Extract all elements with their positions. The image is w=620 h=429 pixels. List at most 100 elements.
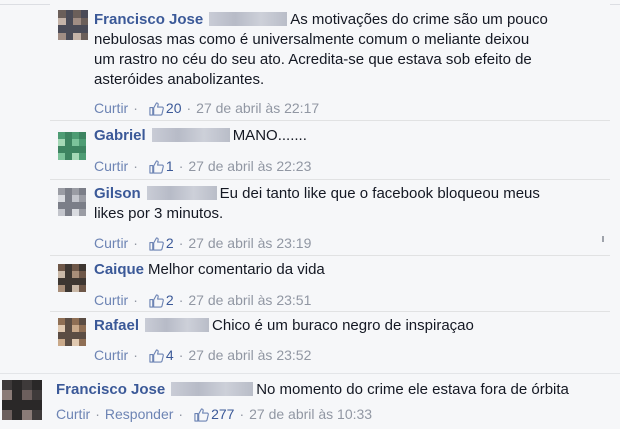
- timestamp[interactable]: 27 de abril às 10:33: [249, 406, 372, 422]
- comment-first-line: Francisco Jose No momento do crime ele es…: [56, 380, 600, 400]
- reply-4-avatar[interactable]: [58, 264, 86, 292]
- avatar-pixel: [65, 325, 72, 332]
- main-comment-meta: Curtir · Responder · 277 · 27 de abril às 10:3…: [56, 404, 372, 427]
- author-link[interactable]: Caique: [94, 261, 144, 278]
- comment-text: MANO.......: [232, 127, 307, 144]
- separator-dot: ·: [133, 235, 138, 251]
- avatar-pixel: [79, 285, 86, 292]
- like-action[interactable]: Curtir: [94, 235, 128, 251]
- avatar-pixel: [79, 132, 86, 139]
- avatar-pixel: [32, 380, 42, 390]
- reply-3-avatar[interactable]: [58, 188, 86, 216]
- avatar-pixel: [72, 325, 79, 332]
- reply-2-avatar[interactable]: [58, 132, 86, 160]
- avatar-pixel: [58, 153, 65, 160]
- reply-1-meta: Curtir · 20 · 27 de abril às 22:17: [94, 98, 319, 121]
- avatar-pixel: [79, 188, 86, 195]
- separator-dot: ·: [133, 100, 138, 116]
- like-action[interactable]: Curtir: [94, 158, 128, 174]
- separator-dot: ·: [178, 235, 184, 251]
- redacted-surname: [209, 12, 288, 26]
- reply-action[interactable]: Responder: [105, 406, 174, 422]
- like-count[interactable]: 1: [166, 158, 174, 174]
- separator-dot: ·: [178, 406, 184, 422]
- avatar-pixel: [80, 32, 88, 40]
- thumbs-up-icon: [149, 293, 164, 313]
- avatar-pixel: [32, 390, 42, 400]
- reply-5-body: Rafael Chico é um buraco negro de inspira…: [94, 316, 600, 336]
- comment-first-line: Gilson Eu dei tanto like que o facebook b…: [94, 184, 600, 204]
- like-action[interactable]: Curtir: [94, 347, 128, 363]
- avatar-pixel: [79, 264, 86, 271]
- avatar-pixel: [12, 390, 22, 400]
- like-action[interactable]: Curtir: [94, 292, 128, 308]
- avatar-pixel: [79, 202, 86, 209]
- avatar-pixel: [58, 202, 65, 209]
- avatar-pixel: [12, 380, 22, 390]
- avatar-pixel: [79, 195, 86, 202]
- avatar-pixel: [79, 139, 86, 146]
- like-count[interactable]: 2: [166, 235, 174, 251]
- author-link[interactable]: Francisco Jose: [94, 11, 203, 28]
- avatar-pixel: [79, 271, 86, 278]
- avatar-pixel: [72, 271, 79, 278]
- reply-5-meta: Curtir · 4 · 27 de abril às 23:52: [94, 345, 311, 368]
- separator-dot: ·: [239, 406, 245, 422]
- avatar-pixel: [22, 410, 32, 420]
- thumbs-up-icon: [149, 159, 164, 179]
- redacted-surname: [171, 382, 254, 396]
- comment-text: As motivações do crime são um pouco: [290, 11, 548, 28]
- avatar-pixel: [58, 264, 65, 271]
- reply-divider: [50, 311, 610, 312]
- reply-2-body: Gabriel MANO.......: [94, 126, 600, 146]
- redacted-surname: [151, 128, 230, 142]
- avatar-pixel: [65, 209, 72, 216]
- separator-dot: ·: [178, 347, 184, 363]
- reply-divider: [50, 255, 610, 256]
- author-link[interactable]: Francisco Jose: [56, 381, 165, 398]
- like-count[interactable]: 4: [166, 347, 174, 363]
- timestamp[interactable]: 27 de abril às 22:23: [188, 158, 311, 174]
- like-action[interactable]: Curtir: [56, 406, 90, 422]
- separator-dot: ·: [178, 292, 184, 308]
- timestamp[interactable]: 27 de abril às 23:52: [188, 347, 311, 363]
- avatar-pixel: [72, 278, 79, 285]
- like-count[interactable]: 20: [166, 100, 182, 116]
- avatar-pixel: [65, 318, 72, 325]
- main-comment-avatar[interactable]: [2, 380, 42, 420]
- reply-1-avatar[interactable]: [58, 10, 88, 40]
- avatar-pixel: [65, 153, 72, 160]
- avatar-pixel: [72, 146, 79, 153]
- separator-dot: ·: [133, 292, 138, 308]
- timestamp[interactable]: 27 de abril às 23:19: [188, 235, 311, 251]
- like-count[interactable]: 277: [211, 406, 234, 422]
- avatar-pixel: [58, 271, 65, 278]
- avatar-pixel: [72, 139, 79, 146]
- separator-dot: ·: [186, 100, 192, 116]
- timestamp[interactable]: 27 de abril às 22:17: [196, 100, 319, 116]
- comment-thread: Francisco Jose As motivações do crime são…: [0, 0, 620, 429]
- avatar-pixel: [58, 146, 65, 153]
- avatar-pixel: [32, 400, 42, 410]
- reply-5-avatar[interactable]: [58, 318, 86, 346]
- like-action[interactable]: Curtir: [94, 100, 128, 116]
- thumbs-up-icon: [149, 236, 164, 256]
- avatar-pixel: [22, 380, 32, 390]
- author-link[interactable]: Rafael: [94, 317, 139, 334]
- author-link[interactable]: Gabriel: [94, 127, 146, 144]
- avatar-pixel: [65, 264, 72, 271]
- avatar-pixel: [65, 139, 72, 146]
- avatar-pixel: [32, 410, 42, 420]
- redacted-surname: [145, 318, 210, 332]
- avatar-pixel: [79, 209, 86, 216]
- avatar-pixel: [65, 332, 72, 339]
- avatar-pixel: [2, 410, 12, 420]
- author-link[interactable]: Gilson: [94, 185, 141, 202]
- like-count[interactable]: 2: [166, 292, 174, 308]
- comment-first-line: Rafael Chico é um buraco negro de inspira…: [94, 316, 600, 336]
- separator-dot: ·: [95, 406, 100, 422]
- avatar-pixel: [58, 139, 65, 146]
- comment-text: No momento do crime ele estava fora de ó…: [256, 381, 569, 398]
- timestamp[interactable]: 27 de abril às 23:51: [188, 292, 311, 308]
- scrollbar-mark[interactable]: [602, 236, 604, 242]
